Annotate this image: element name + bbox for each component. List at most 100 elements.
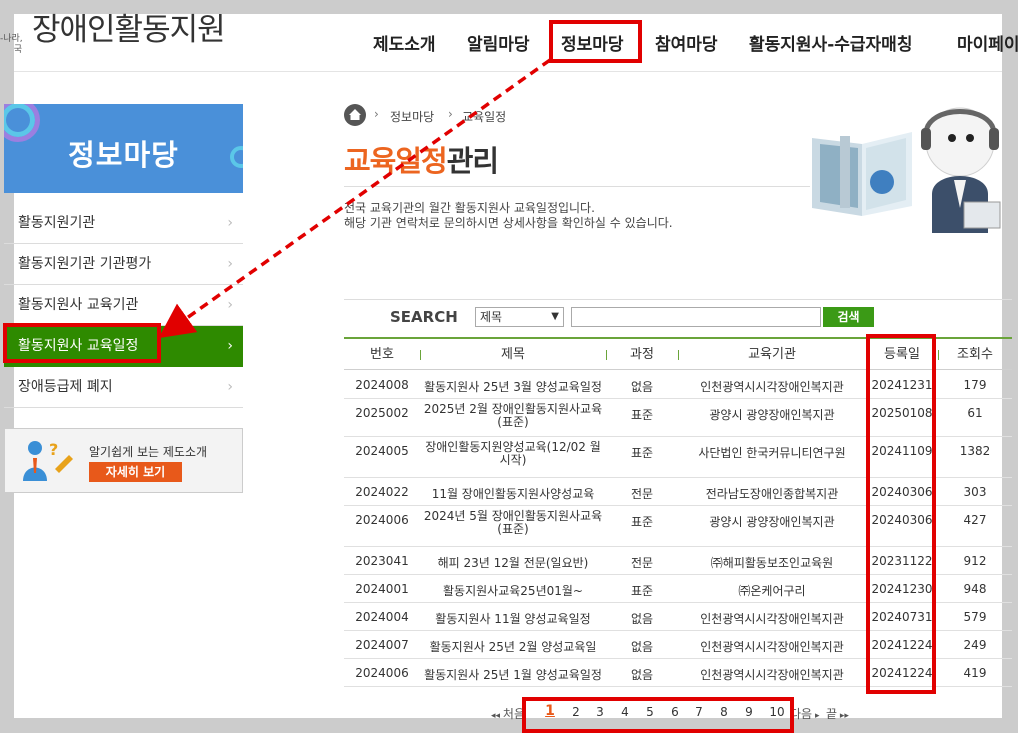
search-bar: SEARCH 제목 ▼ 검색: [344, 299, 1012, 335]
sidebar-title: 정보마당: [68, 138, 179, 172]
cell-course: 없음: [630, 640, 654, 654]
cell-institution: 인천광역시시각장애인복지관: [700, 379, 844, 394]
sidebar-item-label: 활동지원사 교육기관: [18, 297, 139, 313]
cell-course: 표준: [630, 515, 654, 529]
cell-title[interactable]: 2024년 5월 장애인활동지원사교육 (표준): [420, 510, 606, 536]
search-label: SEARCH: [390, 308, 458, 326]
header-divider: [14, 71, 1002, 72]
column-header-views: 조회수: [957, 347, 993, 362]
cell-institution: 사단법인 한국커뮤니티연구원: [698, 446, 846, 460]
sidebar-item-grade-abolition[interactable]: 장애등급제 폐지 ›: [4, 367, 243, 408]
person-question-icon: ?: [23, 440, 73, 481]
cell-title[interactable]: 장애인활동지원양성교육(12/02 월 시작): [420, 441, 606, 467]
double-chevron-left-icon: ◂◂: [491, 711, 503, 721]
gnb-item-mypage[interactable]: 마이페이: [957, 30, 1018, 55]
cell-title[interactable]: 11월 장애인활동지원사양성교육: [420, 485, 606, 502]
sidebar-item-agency-evaluation[interactable]: 활동지원기관 기관평가 ›: [4, 244, 243, 285]
cell-course: 없음: [630, 379, 654, 394]
last-page-label: 끝: [826, 707, 838, 721]
gnb-item-intro[interactable]: 제도소개: [373, 30, 436, 55]
cell-title[interactable]: 활동지원사 25년 3월 양성교육일정: [420, 378, 606, 395]
column-header-number: 번호: [370, 347, 394, 362]
cell-institution: 광양시 광양장애인복지관: [709, 515, 835, 529]
cell-views: 948: [963, 582, 987, 596]
chevron-right-icon: ›: [227, 215, 233, 231]
cell-course: 없음: [630, 668, 654, 682]
next-page-link[interactable]: 다음 ▸: [790, 705, 819, 722]
chevron-right-icon: ›: [227, 379, 233, 395]
cell-course: 표준: [630, 584, 654, 598]
cell-number: 2024005: [355, 444, 409, 458]
cell-title[interactable]: 해피 23년 12월 전문(일요반): [420, 554, 606, 571]
search-button[interactable]: 검색: [823, 307, 874, 327]
gnb-item-participation[interactable]: 참여마당: [655, 30, 718, 55]
sidebar-banner: 정보마당: [4, 104, 243, 193]
cell-number: 2024006: [355, 666, 409, 680]
sidebar-item-agencies[interactable]: 활동지원기관 ›: [4, 203, 243, 244]
home-icon[interactable]: [344, 104, 366, 126]
cell-institution: ㈜해피활동보조인교육원: [710, 556, 834, 570]
annotation-box-sidebar-schedule: [3, 323, 161, 363]
search-input[interactable]: [571, 307, 821, 327]
intro-promo-box: ? 알기쉽게 보는 제도소개 자세히 보기: [4, 428, 243, 493]
cell-course: 표준: [630, 446, 654, 460]
cell-course: 전문: [630, 487, 654, 501]
cell-views: 249: [963, 638, 987, 652]
cell-title[interactable]: 활동지원사 11월 양성교육일정: [420, 610, 606, 627]
cell-institution: 광양시 광양장애인복지관: [709, 408, 835, 422]
double-chevron-right-icon: ▸▸: [837, 711, 849, 721]
cell-views: 427: [963, 513, 987, 527]
first-page-link[interactable]: ◂◂ 처음: [491, 705, 525, 722]
chevron-right-icon: ›: [374, 107, 379, 121]
sidebar-item-training-institutions[interactable]: 활동지원사 교육기관 ›: [4, 285, 243, 326]
annotation-box-gnb-info: [549, 20, 642, 63]
chevron-right-icon: ▸: [812, 711, 820, 721]
column-header-course: 과정: [630, 347, 654, 362]
annotation-box-pagination: [522, 697, 794, 733]
cell-course: 전문: [630, 556, 654, 570]
annotation-box-date-column: [866, 334, 936, 694]
cell-title[interactable]: 활동지원사 25년 1월 양성교육일정: [420, 666, 606, 683]
cell-institution: 전라남도장애인종합복지관: [705, 487, 839, 501]
chevron-right-icon: ›: [227, 256, 233, 272]
description-line: 전국 교육기관의 월간 활동지원사 교육일정입니다.: [344, 201, 595, 215]
cell-number: 2024001: [355, 582, 409, 596]
cell-number: 2023041: [355, 554, 409, 568]
cell-title[interactable]: 2025년 2월 장애인활동지원사교육 (표준): [420, 403, 606, 429]
cell-views: 61: [967, 406, 983, 420]
cell-institution: 인천광역시시각장애인복지관: [700, 612, 844, 626]
cell-views: 303: [963, 485, 987, 499]
cell-institution: ㈜온케어구리: [738, 584, 806, 598]
last-page-link[interactable]: 끝 ▸▸: [826, 705, 849, 722]
column-header-institution: 교육기관: [748, 347, 796, 362]
gnb-item-notice[interactable]: 알림마당: [467, 30, 530, 55]
cell-number: 2024006: [355, 513, 409, 527]
search-select-value: 제목: [480, 310, 503, 324]
cell-course: 표준: [630, 408, 654, 422]
sidebar-item-label: 활동지원기관 기관평가: [18, 256, 152, 272]
breadcrumb-item-schedule[interactable]: 교육일정: [462, 108, 506, 125]
cell-title[interactable]: 활동지원사 25년 2월 양성교육일: [420, 638, 606, 655]
page-description: 전국 교육기관의 월간 활동지원사 교육일정입니다. 해당 기관 연락처로 문의…: [344, 201, 673, 231]
cell-number: 2024004: [355, 610, 409, 624]
cell-number: 2024008: [355, 377, 409, 392]
description-line: 해당 기관 연락처로 문의하시면 상세사항을 확인하실 수 있습니다.: [344, 216, 673, 230]
chevron-right-icon: ›: [227, 338, 233, 354]
sidebar-item-label: 장애등급제 폐지: [18, 379, 113, 395]
chevron-right-icon: ›: [448, 107, 453, 121]
cell-number: 2025002: [355, 406, 409, 420]
cell-course: 없음: [630, 612, 654, 626]
cell-title[interactable]: 활동지원사교육25년01월~: [420, 582, 606, 599]
cell-views: 579: [963, 610, 987, 624]
view-details-button[interactable]: 자세히 보기: [89, 462, 182, 482]
cell-views: 419: [963, 666, 987, 680]
gnb-item-matching[interactable]: 활동지원사-수급자매칭: [749, 30, 912, 55]
site-logo[interactable]: 장애인활동지원: [32, 4, 226, 49]
promo-text: 알기쉽게 보는 제도소개: [89, 445, 208, 459]
sidebar-nav: 활동지원기관 › 활동지원기관 기관평가 › 활동지원사 교육기관 › 활동지원…: [4, 203, 243, 408]
search-field-select[interactable]: 제목 ▼: [475, 307, 564, 327]
page-title-rest: 관리: [446, 144, 499, 178]
breadcrumb-item-info[interactable]: 정보마당: [390, 108, 434, 125]
page-title: 교육일정관리: [344, 138, 499, 180]
page-title-highlight: 교육일정: [344, 144, 448, 178]
